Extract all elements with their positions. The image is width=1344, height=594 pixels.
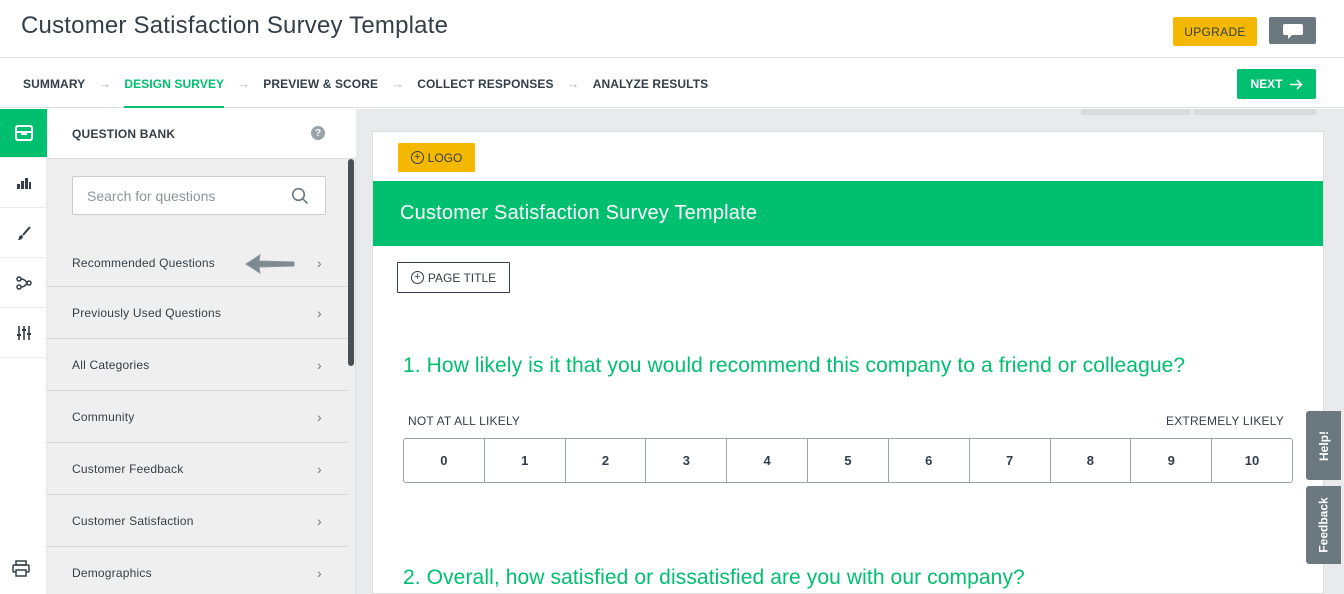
chevron-right-icon: › [317, 408, 322, 425]
feedback-tab[interactable]: Feedback [1306, 486, 1341, 564]
search-icon[interactable] [291, 187, 309, 205]
chat-button[interactable] [1269, 17, 1316, 44]
category-community[interactable]: Community › [47, 391, 348, 443]
survey-title: Customer Satisfaction Survey Template [400, 202, 758, 224]
nps-option[interactable]: 8 [1051, 439, 1132, 482]
nps-option[interactable]: 7 [970, 439, 1051, 482]
question-bank-title: QUESTION BANK [72, 127, 176, 141]
plus-circle-icon: + [410, 151, 424, 164]
question-2-text[interactable]: 2. Overall, how satisfied or dissatisfie… [403, 566, 1025, 590]
logic-icon [15, 276, 32, 290]
chevron-right-icon: › [317, 304, 322, 321]
options-sliders-icon [16, 326, 31, 340]
chevron-right-icon: › [317, 255, 322, 271]
print-icon [12, 560, 30, 577]
help-question-icon[interactable]: ? [311, 126, 325, 140]
step-summary[interactable]: SUMMARY [23, 59, 85, 108]
step-navigation: SUMMARY → DESIGN SURVEY → PREVIEW & SCOR… [0, 59, 1344, 108]
next-button-label: NEXT [1250, 77, 1283, 91]
nps-option[interactable]: 4 [727, 439, 809, 482]
search-input[interactable] [87, 186, 287, 206]
category-customer-satisfaction[interactable]: Customer Satisfaction › [47, 495, 348, 547]
rail-question-bank[interactable] [0, 109, 47, 158]
help-tab[interactable]: Help! [1306, 411, 1341, 480]
step-collect-responses[interactable]: COLLECT RESPONSES [417, 59, 553, 108]
rail-logic[interactable] [0, 259, 47, 308]
question-bank-header: QUESTION BANK ? [47, 109, 356, 159]
category-previously-used-questions[interactable]: Previously Used Questions › [47, 287, 348, 339]
question-search [72, 176, 326, 215]
nps-option[interactable]: 5 [808, 439, 889, 482]
category-label: Previously Used Questions [72, 305, 222, 320]
add-page-title-button[interactable]: + PAGE TITLE [397, 262, 510, 293]
arrow-right-icon: → [98, 76, 112, 91]
panel-scrollbar[interactable] [348, 159, 354, 366]
style-brush-icon [17, 226, 31, 240]
nps-option[interactable]: 2 [566, 439, 647, 482]
category-recommended-questions[interactable]: Recommended Questions › [47, 240, 348, 287]
survey-title-banner[interactable]: Customer Satisfaction Survey Template [373, 181, 1323, 246]
upgrade-button[interactable]: UPGRADE [1173, 17, 1257, 46]
left-tool-rail [0, 109, 47, 594]
rail-builder[interactable] [0, 159, 47, 208]
nps-option[interactable]: 3 [646, 439, 728, 482]
canvas-toolbar-button[interactable] [1081, 109, 1190, 115]
builder-icon [16, 178, 31, 189]
canvas-toolbar-button[interactable] [1194, 109, 1316, 115]
speech-bubble-icon [1282, 23, 1303, 39]
category-list: Recommended Questions › Previously Used … [47, 240, 348, 594]
scale-high-label: EXTREMELY LIKELY [1166, 414, 1284, 428]
arrow-right-icon [1289, 78, 1303, 90]
add-logo-button[interactable]: + LOGO [398, 143, 475, 172]
pointing-arrow-icon [245, 253, 295, 275]
top-header: Customer Satisfaction Survey Template UP… [0, 0, 1344, 58]
step-preview-score[interactable]: PREVIEW & SCORE [263, 59, 378, 108]
arrow-right-icon: → [237, 76, 251, 91]
step-design-survey[interactable]: DESIGN SURVEY [124, 59, 224, 108]
add-logo-label: LOGO [427, 150, 463, 165]
category-label: All Categories [72, 357, 150, 372]
category-label: Demographics [72, 565, 152, 580]
nps-option[interactable]: 1 [485, 439, 566, 482]
nps-option[interactable]: 0 [404, 439, 485, 482]
next-button[interactable]: NEXT [1237, 69, 1316, 99]
nps-option[interactable]: 9 [1131, 439, 1213, 482]
category-demographics[interactable]: Demographics › [47, 547, 348, 594]
step-analyze-results[interactable]: ANALYZE RESULTS [593, 59, 709, 108]
question-bank-panel: QUESTION BANK ? Recommended Questions › … [47, 109, 356, 594]
add-page-title-label: PAGE TITLE [427, 270, 497, 285]
chevron-right-icon: › [317, 356, 322, 373]
plus-circle-icon: + [410, 271, 424, 284]
survey-document-title[interactable]: Customer Satisfaction Survey Template [21, 12, 448, 40]
chevron-right-icon: › [317, 564, 322, 581]
arrow-right-icon: → [391, 76, 405, 91]
arrow-right-icon: → [566, 76, 580, 91]
chevron-right-icon: › [317, 460, 322, 477]
question-1-text[interactable]: 1. How likely is it that you would recom… [403, 354, 1185, 378]
category-customer-feedback[interactable]: Customer Feedback › [47, 443, 348, 495]
category-label: Community [72, 409, 135, 424]
rail-options[interactable] [0, 309, 47, 358]
print-button[interactable] [12, 560, 30, 582]
category-label: Customer Satisfaction [72, 513, 194, 528]
nps-scale: 0 1 2 3 4 5 6 7 8 9 10 [403, 438, 1293, 483]
category-label: Customer Feedback [72, 461, 184, 476]
category-label: Recommended Questions [72, 256, 215, 270]
category-all-categories[interactable]: All Categories › [47, 339, 348, 391]
scale-low-label: NOT AT ALL LIKELY [408, 414, 521, 428]
feedback-tab-label: Feedback [1316, 497, 1331, 553]
help-tab-label: Help! [1316, 430, 1331, 461]
nps-option[interactable]: 10 [1212, 439, 1292, 482]
nps-option[interactable]: 6 [889, 439, 970, 482]
chevron-right-icon: › [317, 512, 322, 529]
rail-style[interactable] [0, 209, 47, 258]
question-bank-icon [14, 125, 33, 141]
